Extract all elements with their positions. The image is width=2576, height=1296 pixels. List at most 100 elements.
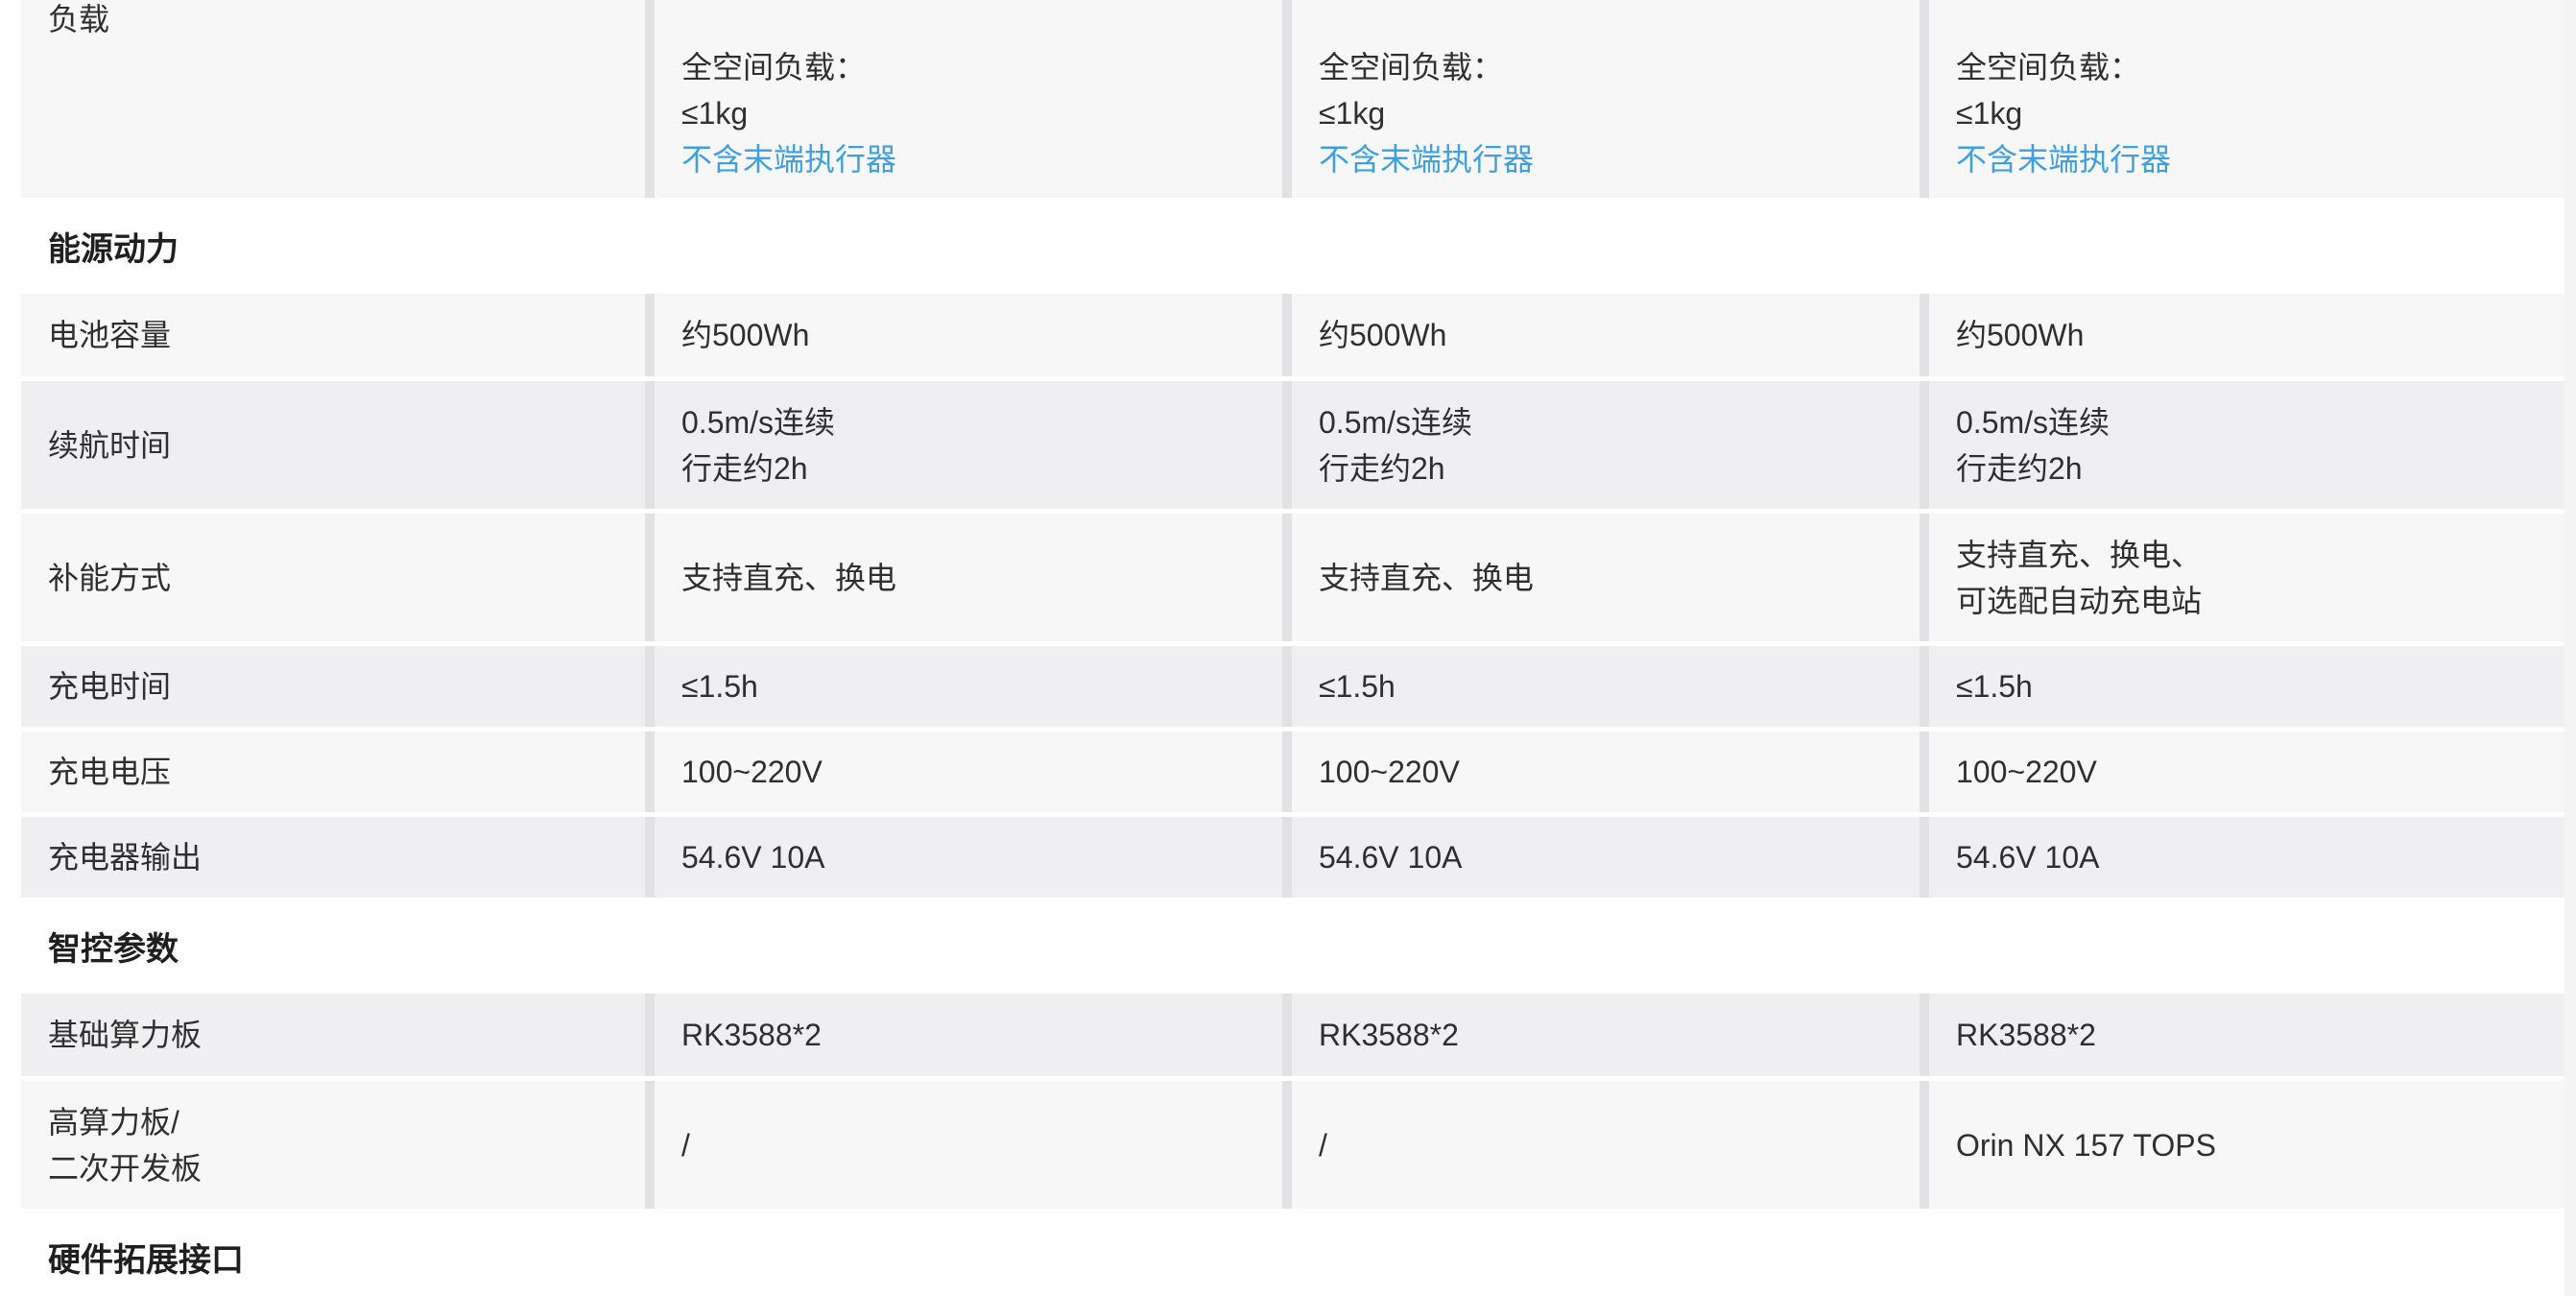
row-label: 充电时间 [21, 646, 645, 727]
row-label: 电池容量 [21, 294, 645, 376]
row-label-text: 续航时间 [48, 427, 172, 463]
value-line: 可选配自动充电站 [1956, 583, 2203, 618]
note-link[interactable]: 不含末端执行器 [1956, 136, 2557, 182]
value-cell-col1: / [645, 1081, 1282, 1209]
value-line: 行走约2h [1319, 450, 1445, 486]
value-line: 全空间负载： [681, 50, 867, 84]
row-label-text: 充电器输出 [48, 840, 203, 875]
table-row-base-compute: 基础算力板 RK3588*2 RK3588*2 RK3588*2 [21, 994, 2564, 1076]
table-row-battery: 电池容量 约500Wh 约500Wh 约500Wh [21, 294, 2564, 376]
row-label: 补能方式 [21, 514, 645, 641]
table-row-high-compute: 高算力板/ 二次开发板 / / Orin NX 157 TOPS [21, 1081, 2564, 1209]
value-cell-col3: Orin NX 157 TOPS [1920, 1081, 2557, 1209]
value-cell-col2: 54.6V 10A [1282, 817, 1920, 898]
value-cell-col2: 支持直充、换电 [1282, 514, 1920, 641]
table-row-charge-voltage: 充电电压 100~220V 100~220V 100~220V [21, 732, 2564, 812]
value-cell-col1: 支持直充、换电 [645, 514, 1282, 641]
spec-table: 负载 全空间负载： ≤1kg 不含末端执行器 全空间负载： ≤1kg 不含末端执… [21, 0, 2564, 1296]
scroll-edge [2564, 0, 2576, 1296]
value-cell-col1: 全空间负载： ≤1kg 不含末端执行器 [645, 0, 1282, 198]
row-label-text: 二次开发板 [48, 1150, 203, 1186]
value-cell-col3: ≤1.5h [1920, 646, 2557, 727]
value-cell-col2: RK3588*2 [1282, 994, 1920, 1076]
value-cell-col1: 约500Wh [645, 294, 1282, 376]
row-label: 充电电压 [21, 732, 645, 812]
value-cell-col2: 全空间负载： ≤1kg 不含末端执行器 [1282, 0, 1920, 198]
value-line: RK3588*2 [1956, 1018, 2096, 1052]
value-cell-col1: 100~220V [645, 732, 1282, 812]
value-line: RK3588*2 [1319, 1018, 1459, 1052]
section-title: 智控参数 [48, 930, 179, 968]
value-line: 约500Wh [681, 318, 810, 352]
value-line: 约500Wh [1319, 318, 1447, 352]
section-header-hardware-expansion: 硬件拓展接口 [21, 1209, 2564, 1296]
value-line: RK3588*2 [681, 1018, 822, 1052]
value-line: 100~220V [681, 755, 823, 789]
value-cell-col3: 支持直充、换电、 可选配自动充电站 [1920, 514, 2557, 641]
value-line: 支持直充、换电、 [1956, 537, 2203, 572]
value-line: 100~220V [1956, 755, 2097, 789]
row-label: 续航时间 [21, 381, 645, 509]
row-label: 高算力板/ 二次开发板 [21, 1081, 645, 1209]
value-line: ≤1kg [681, 96, 749, 131]
value-line: 行走约2h [1956, 450, 2083, 486]
value-line: / [1319, 1127, 1327, 1163]
value-line: 54.6V 10A [1956, 840, 2100, 875]
value-line: 支持直充、换电 [681, 560, 897, 595]
value-line: 0.5m/s连续 [1956, 404, 2111, 440]
value-line: ≤1kg [1956, 96, 2023, 131]
value-cell-col1: 54.6V 10A [645, 817, 1282, 898]
value-cell-col3: 100~220V [1920, 732, 2557, 812]
value-cell-col1: RK3588*2 [645, 994, 1282, 1076]
note-link[interactable]: 不含末端执行器 [681, 136, 1282, 182]
row-label-text: 充电电压 [48, 755, 172, 789]
value-line: Orin NX 157 TOPS [1956, 1127, 2216, 1163]
value-cell-col3: 0.5m/s连续 行走约2h [1920, 381, 2557, 509]
value-line: 54.6V 10A [681, 840, 825, 875]
table-row-load: 负载 全空间负载： ≤1kg 不含末端执行器 全空间负载： ≤1kg 不含末端执… [21, 0, 2564, 198]
value-cell-col3: 全空间负载： ≤1kg 不含末端执行器 [1920, 0, 2557, 198]
value-cell-col1: ≤1.5h [645, 646, 1282, 727]
row-label-text: 负载 [48, 2, 110, 36]
value-line: 行走约2h [681, 450, 808, 486]
row-label-text: 高算力板/ [48, 1104, 179, 1140]
section-title: 硬件拓展接口 [48, 1241, 244, 1279]
value-cell-col2: 0.5m/s连续 行走约2h [1282, 381, 1920, 509]
row-label-text: 基础算力板 [48, 1018, 203, 1052]
value-cell-col1: 0.5m/s连续 行走约2h [645, 381, 1282, 509]
row-label: 基础算力板 [21, 994, 645, 1076]
value-cell-col3: 54.6V 10A [1920, 817, 2557, 898]
value-cell-col2: 100~220V [1282, 732, 1920, 812]
value-line: ≤1.5h [681, 669, 758, 704]
spec-comparison-page: 负载 全空间负载： ≤1kg 不含末端执行器 全空间负载： ≤1kg 不含末端执… [0, 0, 2576, 1296]
row-label: 充电器输出 [21, 817, 645, 898]
value-cell-col3: 约500Wh [1920, 294, 2557, 376]
value-line: 支持直充、换电 [1319, 560, 1535, 595]
value-line: ≤1.5h [1956, 669, 2033, 704]
value-line: ≤1kg [1319, 96, 1386, 131]
table-row-charger-output: 充电器输出 54.6V 10A 54.6V 10A 54.6V 10A [21, 817, 2564, 898]
value-line: 54.6V 10A [1319, 840, 1463, 875]
section-header-control: 智控参数 [21, 898, 2564, 994]
value-cell-col3: RK3588*2 [1920, 994, 2557, 1076]
table-row-endurance: 续航时间 0.5m/s连续 行走约2h 0.5m/s连续 行走约2h 0.5m/… [21, 381, 2564, 509]
value-line: ≤1.5h [1319, 669, 1395, 704]
value-line: 100~220V [1319, 755, 1460, 789]
row-label-text: 电池容量 [48, 318, 172, 352]
value-cell-col2: 约500Wh [1282, 294, 1920, 376]
value-cell-col2: ≤1.5h [1282, 646, 1920, 727]
value-cell-col2: / [1282, 1081, 1920, 1209]
row-label-text: 补能方式 [48, 560, 172, 595]
table-row-recharge-method: 补能方式 支持直充、换电 支持直充、换电 支持直充、换电、 可选配自动充电站 [21, 514, 2564, 641]
value-line: 全空间负载： [1956, 50, 2141, 84]
value-line: 全空间负载： [1319, 50, 1504, 84]
section-header-energy: 能源动力 [21, 198, 2564, 294]
value-line: / [681, 1127, 690, 1163]
section-title: 能源动力 [48, 230, 179, 268]
table-row-charge-time: 充电时间 ≤1.5h ≤1.5h ≤1.5h [21, 646, 2564, 727]
row-label-text: 充电时间 [48, 669, 172, 704]
row-label: 负载 [21, 0, 645, 198]
value-line: 0.5m/s连续 [1319, 404, 1473, 440]
note-link[interactable]: 不含末端执行器 [1319, 136, 1920, 182]
value-line: 约500Wh [1956, 318, 2085, 352]
